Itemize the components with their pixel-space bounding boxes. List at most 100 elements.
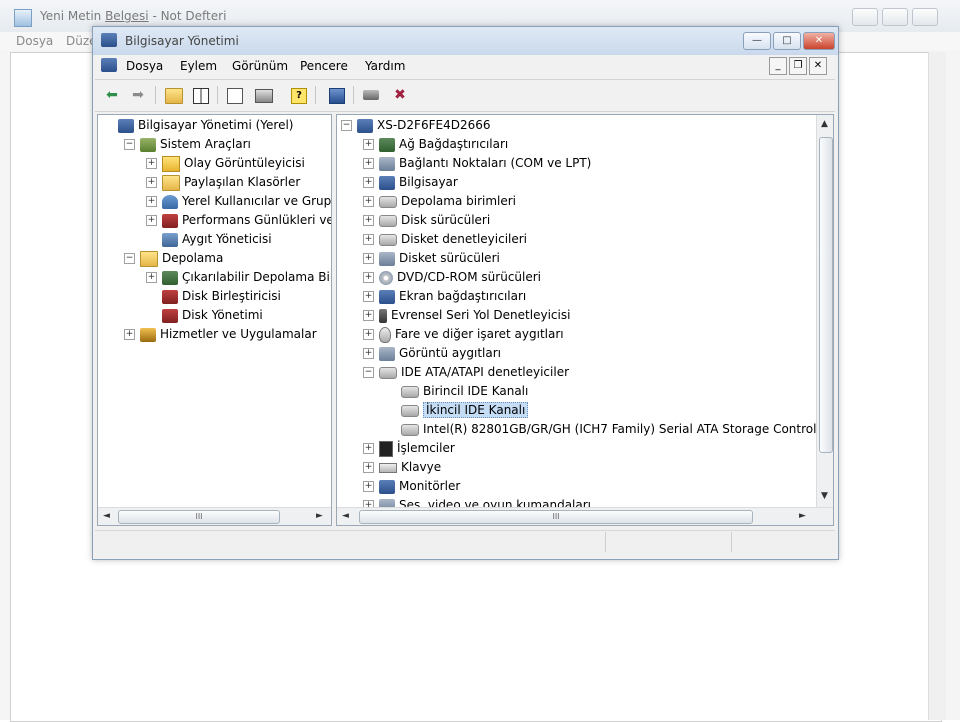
tree-item[interactable]: Aygıt Yöneticisi [146,230,272,249]
scroll-left-arrow[interactable]: ◄ [103,511,110,521]
expand-icon[interactable]: + [146,215,157,226]
scroll-up-arrow[interactable]: ▲ [821,119,828,129]
left-horizontal-scrollbar[interactable]: ◄ III ► [98,507,331,525]
console-tree-pane[interactable]: Bilgisayar Yönetimi (Yerel) − Sistem Araçl… [97,114,332,526]
scroll-thumb[interactable]: III [118,510,280,524]
tree-item[interactable]: + Disk sürücüleri [363,211,490,230]
tree-item[interactable]: + Ekran bağdaştırıcıları [363,287,526,306]
mdi-window-icon[interactable] [101,58,117,72]
tree-item[interactable]: Disk Birleştiricisi [146,287,281,306]
notepad-minimize-button[interactable] [852,8,878,26]
device-tree-pane[interactable]: − XS-D2F6FE4D2666 + Ağ Bağdaştırıcıları + Bağ… [336,114,834,526]
notepad-menu-file[interactable]: Dosya [16,34,53,48]
expand-icon[interactable]: + [363,272,374,283]
tree-item[interactable]: + Depolama birimleri [363,192,516,211]
collapse-icon[interactable]: − [363,367,374,378]
tree-item[interactable]: + Bilgisayar [363,173,458,192]
collapse-icon[interactable]: − [124,139,135,150]
back-icon[interactable]: ⬅ [103,86,121,104]
collapse-icon[interactable]: − [341,120,352,131]
expand-icon[interactable]: + [363,177,374,188]
uninstall-icon[interactable]: ✖ [391,86,409,104]
expand-icon[interactable]: + [363,348,374,359]
expand-icon[interactable]: + [363,481,374,492]
notepad-maximize-button[interactable] [882,8,908,26]
properties-icon[interactable] [227,86,245,104]
tree-item[interactable]: İkincil IDE Kanalı [385,401,529,420]
tree-item[interactable]: + Yerel Kullanıcılar ve Gruplar [146,192,331,211]
expand-icon[interactable]: + [363,291,374,302]
expand-icon[interactable]: + [363,253,374,264]
collapse-icon[interactable]: − [124,253,135,264]
tree-item-label: Performans Günlükleri ve Uya [182,213,331,227]
tree-item[interactable]: + Fare ve diğer işaret aygıtları [363,325,564,344]
right-horizontal-scrollbar[interactable]: ◄ III ► [337,507,833,525]
up-folder-icon[interactable] [165,86,183,104]
tree-item[interactable]: + İşlemciler [363,439,455,458]
maximize-button[interactable]: □ [773,32,801,50]
tree-item[interactable]: + Evrensel Seri Yol Denetleyicisi [363,306,570,325]
tree-item[interactable]: + Klavye [363,458,441,477]
tree-item[interactable]: + Çıkarılabilir Depolama Birimi [146,268,331,287]
scroll-down-arrow[interactable]: ▼ [821,491,828,501]
scroll-thumb[interactable]: III [359,510,753,524]
tree-item[interactable]: + Hizmetler ve Uygulamalar [124,325,317,344]
expand-icon[interactable]: + [363,215,374,226]
menu-action[interactable]: Eylem [180,59,217,73]
menu-help[interactable]: Yardım [365,59,405,73]
mdi-minimize-button[interactable]: _ [769,57,787,75]
tree-item-label: Çıkarılabilir Depolama Birimi [182,270,331,284]
mdi-restore-button[interactable]: ❐ [789,57,807,75]
scroll-right-arrow[interactable]: ► [799,511,806,521]
show-hide-tree-icon[interactable] [193,86,211,104]
expand-icon[interactable]: + [363,462,374,473]
scan-hardware-icon[interactable] [363,86,381,104]
close-button[interactable]: ✕ [803,32,835,50]
tree-item[interactable]: + Paylaşılan Klasörler [146,173,300,192]
menu-window[interactable]: Pencere [300,59,348,73]
tree-item[interactable]: − XS-D2F6FE4D2666 [341,116,490,135]
menu-file[interactable]: Dosya [126,59,163,73]
forward-icon[interactable]: ➡ [129,86,147,104]
tree-item[interactable]: Disk Yönetimi [146,306,263,325]
expand-icon[interactable]: + [363,139,374,150]
tree-item[interactable]: Intel(R) 82801GB/GR/GH (ICH7 Family) Ser… [385,420,832,439]
expand-icon[interactable]: + [363,234,374,245]
expand-icon[interactable]: + [146,158,157,169]
expand-icon[interactable]: + [363,310,374,321]
notepad-scrollbar[interactable] [928,52,946,720]
tree-item[interactable]: + Performans Günlükleri ve Uya [146,211,331,230]
tree-item[interactable]: − Depolama [124,249,223,268]
mdi-close-button[interactable]: ✕ [809,57,827,75]
tree-item[interactable]: + Monitörler [363,477,460,496]
tree-item[interactable]: + DVD/CD-ROM sürücüleri [363,268,541,287]
help-icon[interactable]: ? [291,86,309,104]
right-vertical-scrollbar[interactable]: ▲ ▼ [816,115,833,507]
view-icon[interactable] [329,86,347,104]
print-icon[interactable] [255,86,273,104]
tree-item[interactable]: + Bağlantı Noktaları (COM ve LPT) [363,154,591,173]
expand-icon[interactable]: + [146,272,157,283]
tree-item[interactable]: − Sistem Araçları [124,135,251,154]
expand-icon[interactable]: + [363,158,374,169]
expand-icon[interactable]: + [363,329,374,340]
tree-item[interactable]: + Disket sürücüleri [363,249,500,268]
tree-item[interactable]: + Ağ Bağdaştırıcıları [363,135,508,154]
menu-view[interactable]: Görünüm [232,59,288,73]
notepad-close-button[interactable] [912,8,938,26]
tree-item[interactable]: + Görüntü aygıtları [363,344,501,363]
tree-item[interactable]: + Disket denetleyicileri [363,230,527,249]
expand-icon[interactable]: + [363,443,374,454]
expand-icon[interactable]: + [146,177,157,188]
tree-item[interactable]: Birincil IDE Kanalı [385,382,528,401]
tree-item[interactable]: − IDE ATA/ATAPI denetleyiciler [363,363,569,382]
minimize-button[interactable]: — [743,32,771,50]
tree-item[interactable]: Bilgisayar Yönetimi (Yerel) [102,116,293,135]
scroll-left-arrow[interactable]: ◄ [342,511,349,521]
scroll-right-arrow[interactable]: ► [316,511,323,521]
tree-item[interactable]: + Olay Görüntüleyicisi [146,154,305,173]
expand-icon[interactable]: + [363,196,374,207]
expand-icon[interactable]: + [124,329,135,340]
expand-icon[interactable]: + [146,196,157,207]
vertical-scroll-thumb[interactable] [819,137,833,453]
